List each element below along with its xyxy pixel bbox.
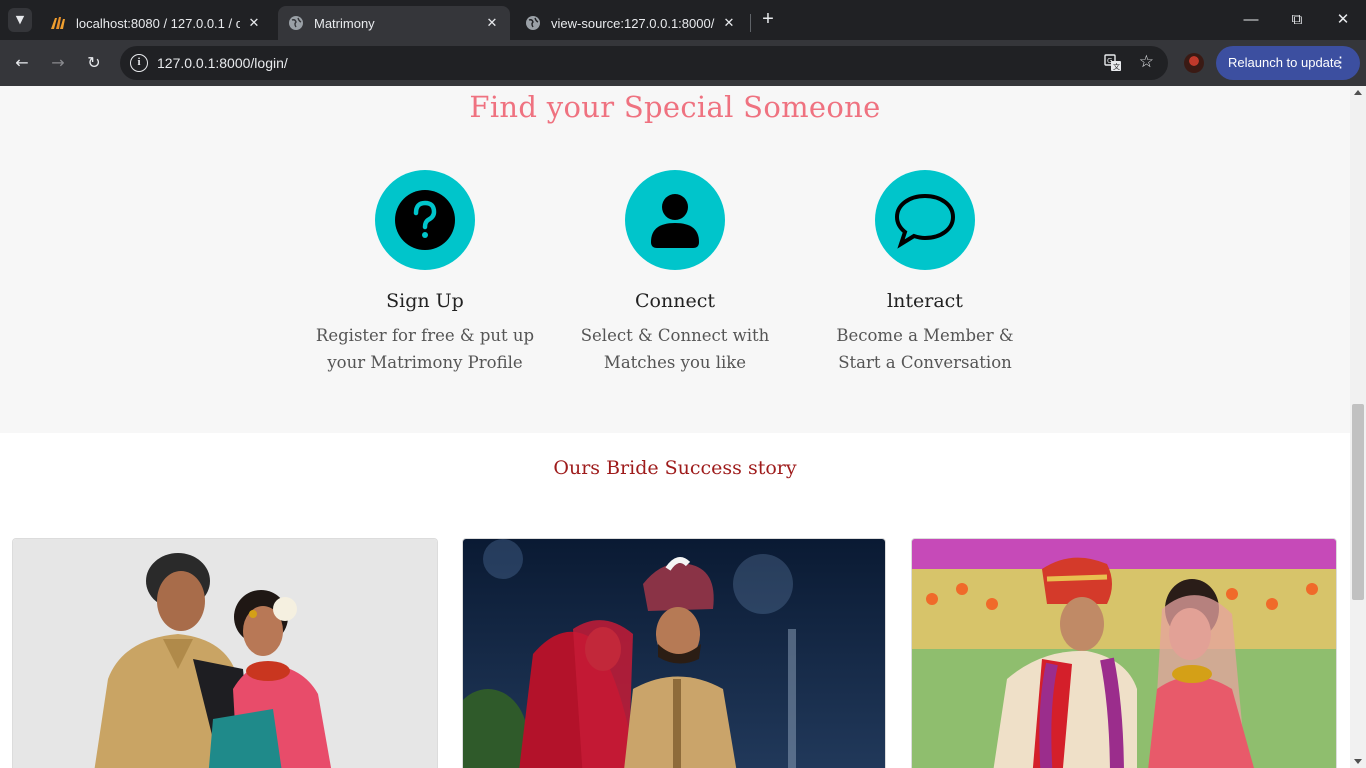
tab-strip: ▼ localhost:8080 / 127.0.0.1 / db / ✕ Ma…	[0, 0, 1366, 40]
tab-title: localhost:8080 / 127.0.0.1 / db /	[76, 15, 240, 31]
step-description: Become a Member & Start a Conversation	[836, 326, 1014, 372]
page-scrollbar[interactable]	[1350, 86, 1366, 768]
close-tab-icon[interactable]: ✕	[721, 15, 737, 31]
relaunch-to-update-button[interactable]: Relaunch to update ⋮	[1216, 46, 1360, 80]
close-window-icon[interactable]: ✕	[1331, 8, 1355, 32]
couple-photo	[13, 539, 437, 768]
tab-search-button[interactable]: ▼	[8, 8, 32, 32]
step-title: Connect	[635, 290, 715, 312]
tab-phpmyadmin[interactable]: localhost:8080 / 127.0.0.1 / db / ✕	[40, 6, 272, 40]
success-stories-section: Ours Bride Success story	[0, 433, 1350, 768]
translate-icon[interactable]: G 文	[1104, 54, 1122, 72]
svg-text:文: 文	[1113, 62, 1120, 71]
section-heading: Ours Bride Success story	[553, 457, 797, 479]
minimize-icon[interactable]: —	[1239, 8, 1263, 32]
tab-view-source[interactable]: view-source:127.0.0.1:8000/read ✕	[515, 6, 747, 40]
step-connect: Connect Select & Connect with Matches yo…	[550, 170, 800, 376]
browser-toolbar: ← → ↻ i 127.0.0.1:8000/login/ G 文 ☆ Rela…	[0, 40, 1366, 86]
step-interact: lnteract Become a Member & Start a Conve…	[800, 170, 1050, 376]
story-card[interactable]	[12, 538, 438, 768]
site-info-icon[interactable]: i	[130, 54, 148, 72]
question-icon	[395, 190, 455, 250]
close-tab-icon[interactable]: ✕	[484, 15, 500, 31]
globe-icon	[526, 16, 540, 30]
back-icon[interactable]: ←	[10, 51, 34, 75]
address-bar[interactable]: i 127.0.0.1:8000/login/ G 文 ☆	[120, 46, 1168, 80]
phpmyadmin-icon	[51, 17, 65, 29]
step-description: Select & Connect with Matches you like	[580, 326, 770, 372]
forward-icon[interactable]: →	[46, 51, 70, 75]
profile-avatar[interactable]	[1184, 53, 1204, 73]
story-card[interactable]	[462, 538, 886, 768]
step-sign-up: Sign Up Register for free & put up your …	[300, 170, 550, 376]
story-card[interactable]	[911, 538, 1337, 768]
svg-text:G: G	[1107, 57, 1112, 65]
tab-matrimony[interactable]: Matrimony ✕	[278, 6, 510, 40]
url-text[interactable]: 127.0.0.1:8000/login/	[157, 55, 288, 71]
globe-icon	[289, 16, 303, 30]
couple-photo	[912, 539, 1336, 768]
step-title: lnteract	[887, 290, 963, 312]
step-title: Sign Up	[386, 290, 464, 312]
step-icon-circle	[375, 170, 475, 270]
section-heading: Find your Special Someone	[469, 90, 881, 124]
more-menu-icon[interactable]: ⋮	[1333, 46, 1348, 80]
user-icon	[651, 194, 699, 248]
step-description: Register for free & put up your Matrimon…	[315, 326, 535, 372]
how-it-works-section: Find your Special Someone Sign Up Regist…	[0, 86, 1350, 433]
tab-title: view-source:127.0.0.1:8000/read	[551, 15, 715, 31]
page-viewport: Find your Special Someone Sign Up Regist…	[0, 86, 1350, 768]
scroll-down-icon[interactable]	[1354, 759, 1362, 764]
scrollbar-thumb[interactable]	[1352, 404, 1364, 600]
step-icon-circle	[625, 170, 725, 270]
restore-icon[interactable]: ⧉	[1285, 8, 1309, 32]
step-icon-circle	[875, 170, 975, 270]
scroll-up-icon[interactable]	[1354, 90, 1362, 95]
bookmark-star-icon[interactable]: ☆	[1139, 52, 1154, 72]
tab-separator	[750, 14, 751, 32]
new-tab-button[interactable]: +	[758, 9, 778, 29]
chat-bubble-icon	[895, 193, 955, 249]
reload-icon[interactable]: ↻	[82, 51, 106, 75]
couple-photo	[463, 539, 885, 768]
relaunch-label: Relaunch to update	[1228, 55, 1341, 70]
tab-title: Matrimony	[314, 15, 375, 31]
close-tab-icon[interactable]: ✕	[246, 15, 262, 31]
